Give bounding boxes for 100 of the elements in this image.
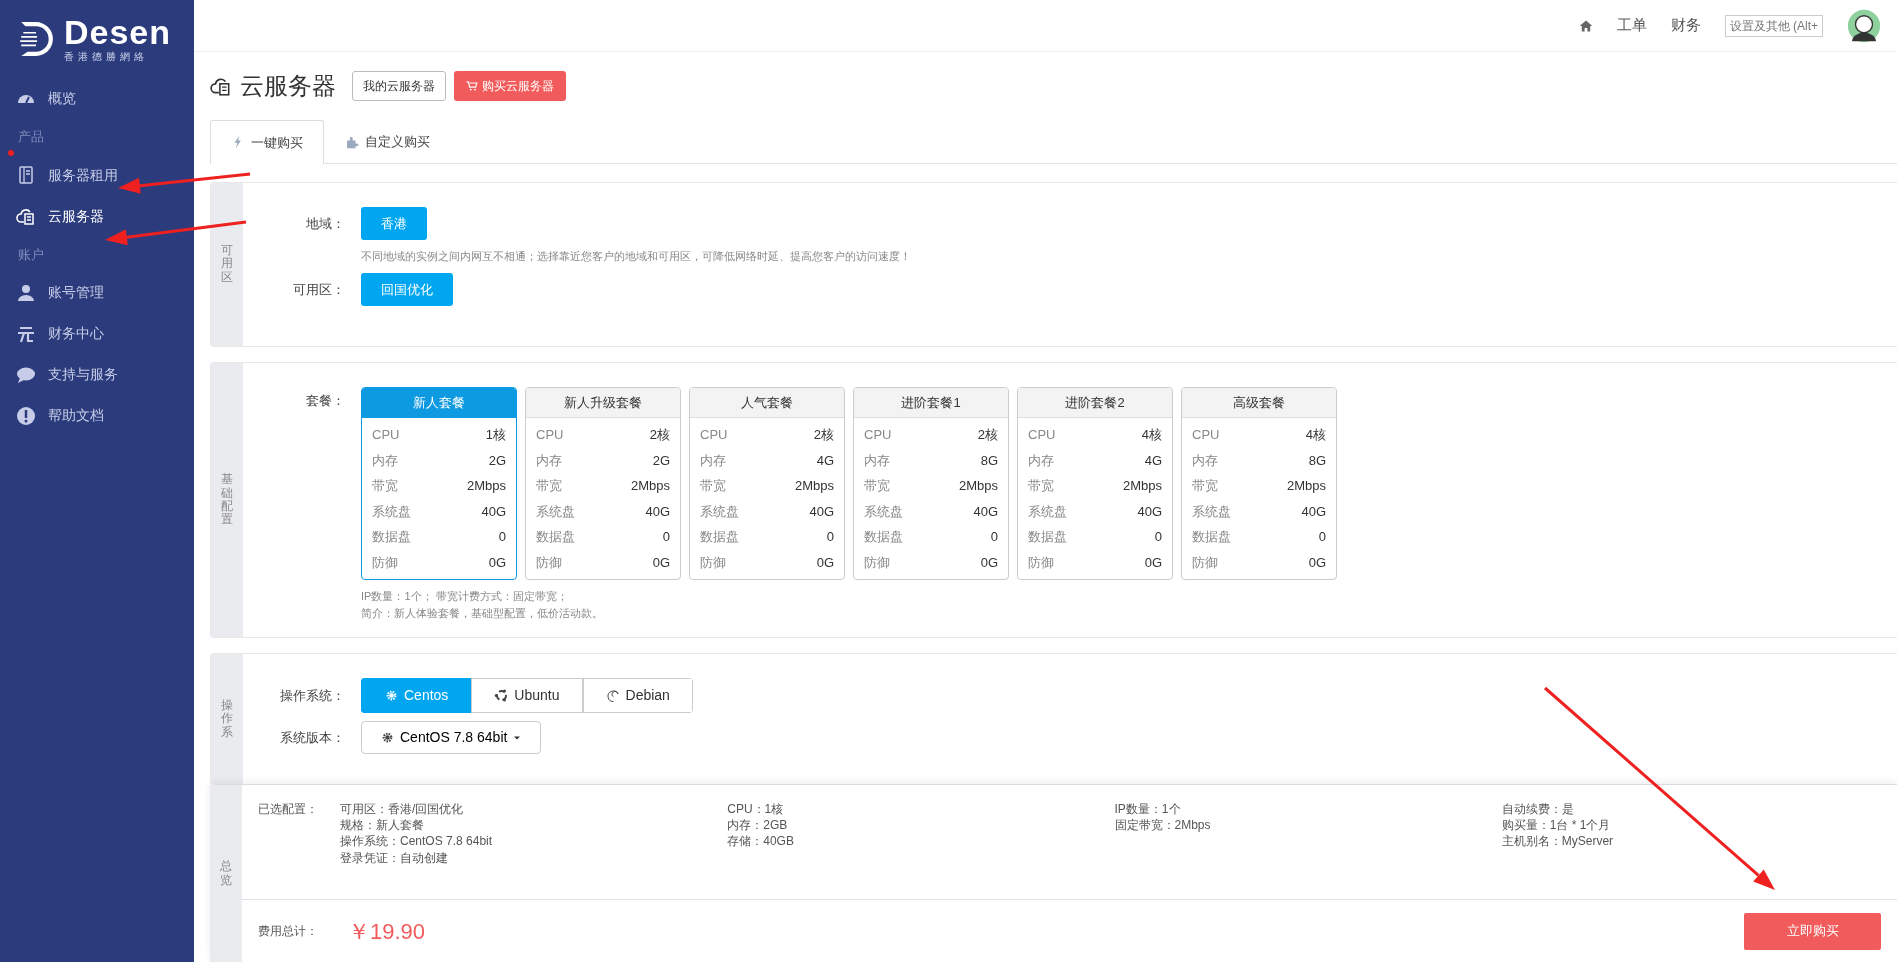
summary-text: 固定带宽：2Mbps [1114,817,1212,834]
summary-text: 存储：40GB [727,833,795,850]
spec-value: 2核 [813,426,834,444]
spec-name: CPU [1192,426,1220,444]
spec-value: 0 [1318,528,1326,546]
hint-text: 不同地域的实例之间内网互不相通；选择靠近您客户的地域和可用区，可降低网络时延、提高您客户的访问速度！ [361,249,911,264]
spec-name: 内存 [864,451,890,470]
os-option[interactable]: Ubuntu [471,678,583,713]
field-label: 可用区： [292,280,346,299]
plan-card[interactable]: 新人升级套餐 CPU 2核 内存 2G 带宽 2Mbps 系统盘 40G 数据盘 0 防御 0G [525,386,681,580]
spec-value: 8G [980,451,998,470]
page-button[interactable]: 我的云服务器 [352,71,446,101]
plan-name: 高级套餐 [1182,387,1336,418]
field-label: 套餐： [305,391,346,410]
spec-name: 防御 [1192,553,1218,572]
spec-name: 带宽 [536,477,562,495]
plan-name: 进阶套餐1 [854,387,1008,418]
summary-text: IP数量：1个 [1114,801,1182,818]
spec-value: 2G [652,451,670,470]
spec-name: 系统盘 [864,502,903,521]
field-label: 已选配置： [258,801,319,818]
spec-value: 0 [826,528,834,546]
gauge-icon [16,94,36,103]
topbar-link[interactable]: 财务 [1670,14,1701,37]
field-label: 操作系统： [279,686,346,705]
gear-icon [384,688,399,703]
field-label: 费用总计： [258,922,319,940]
spec-name: 内存 [1192,451,1218,470]
field-label: 地域： [305,214,346,233]
section-label: 操作系 [221,699,233,739]
spec-name: CPU [1028,426,1056,444]
plan-card[interactable]: 进阶套餐2 CPU 4核 内存 4G 带宽 2Mbps 系统盘 40G 数据盘 0 防御 0G [1017,386,1173,580]
spec-value: 40G [1137,502,1162,521]
puzzle-icon [345,134,359,149]
plan-card[interactable]: 人气套餐 CPU 2核 内存 4G 带宽 2Mbps 系统盘 40G 数据盘 0 防御 0G [689,386,845,580]
plan-card[interactable]: 高级套餐 CPU 4核 内存 8G 带宽 2Mbps 系统盘 40G 数据盘 0 防御 0G [1181,386,1337,580]
spec-name: 带宽 [1192,477,1218,495]
spec-value: 8G [1308,451,1326,470]
spec-value: 40G [809,502,834,521]
plan-card[interactable]: 新人套餐 CPU 1核 内存 2G 带宽 2Mbps 系统盘 40G 数据盘 0 防御 0G [361,386,517,580]
spec-name: CPU [700,426,728,444]
spec-value: 40G [973,502,998,521]
spec-value: 2核 [977,426,998,444]
spec-name: 内存 [700,451,726,470]
tab[interactable]: 自定义购买 [324,120,451,163]
topbar-link[interactable]: 工单 [1616,14,1647,37]
price-total: ￥19.90 [348,917,427,946]
spec-name: 数据盘 [700,528,739,546]
plan-name: 新人升级套餐 [526,387,680,418]
sidebar-item[interactable]: 财务中心 [0,313,194,354]
sidebar-item[interactable]: 帮助文档 [0,395,194,436]
spec-value: 2核 [649,426,670,444]
spec-value: 2G [488,451,506,470]
spec-name: 系统盘 [536,502,575,521]
sidebar-item[interactable]: 账号管理 [0,272,194,313]
summary-text: 规格：新人套餐 [340,817,425,834]
spec-value: 4核 [1141,426,1162,444]
sidebar-item[interactable]: 服务器租用 [0,154,194,196]
gear-icon [380,730,395,745]
summary-text: 自动续费：是 [1501,801,1575,818]
spec-value: 0G [816,553,834,572]
logo-tagline: 香港德勝網絡 [64,49,149,64]
spec-name: 防御 [372,553,398,572]
ring-icon [494,688,510,703]
cloud-server-icon [16,206,36,226]
spec-name: 数据盘 [1192,528,1231,546]
spec-value: 0 [498,528,506,546]
spec-value: 0G [488,553,506,572]
sidebar-item[interactable]: 概览 [0,78,194,119]
section-label: 基础配置 [221,473,233,527]
os-option[interactable]: Debian [582,678,693,713]
spec-name: CPU [864,426,892,444]
tab[interactable]: 一键购买 [210,120,324,164]
summary-text: CPU：1核 [727,801,785,818]
note-text: 简介：新人体验套餐，基础型配置，低价活动款。 [361,605,603,621]
section-label: 可用区 [221,244,233,284]
spec-value: 0G [652,553,670,572]
summary-text: 主机别名：MyServer [1501,833,1615,850]
spec-value: 2Mbps [958,477,998,495]
spec-name: 防御 [864,553,890,572]
note-text: IP数量：1个； 带宽计费方式：固定带宽； [361,589,569,604]
version-dropdown[interactable]: CentOS 7.8 64bit [361,721,542,754]
spec-value: 2Mbps [630,477,670,495]
exclamation-icon [16,405,36,426]
spec-value: 4核 [1305,426,1326,444]
user-icon [16,282,36,303]
summary-text: 操作系统：CentOS 7.8 64bit [340,833,494,850]
spec-value: 0G [1144,553,1162,572]
plan-card[interactable]: 进阶套餐1 CPU 2核 内存 8G 带宽 2Mbps 系统盘 40G 数据盘 0 防御 0G [853,386,1009,580]
plan-name: 人气套餐 [690,387,844,418]
summary-text: 登录凭证：自动创建 [340,849,449,866]
spec-value: 2Mbps [794,477,834,495]
avatar-icon [1847,8,1881,43]
spec-value: 40G [645,502,670,521]
plan-name: 进阶套餐2 [1018,387,1172,418]
spec-name: 带宽 [1028,477,1054,495]
sidebar-item[interactable]: 云服务器 [0,195,194,237]
sidebar-item[interactable]: 支持与服务 [0,354,194,395]
spec-name: 带宽 [372,477,398,495]
spec-name: 系统盘 [1192,502,1231,521]
